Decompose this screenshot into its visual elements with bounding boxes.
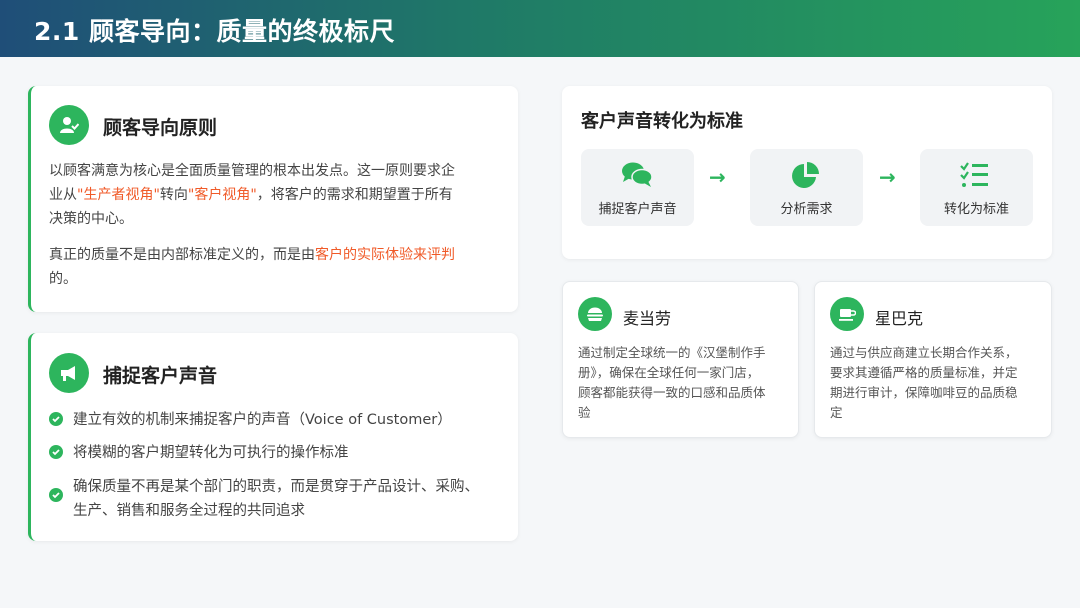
- pie-chart-icon: [792, 162, 819, 188]
- principle-card: 顾客导向原则 以顾客满意为核心是全面质量管理的根本出发点。这一原则要求企 业从"…: [28, 86, 518, 312]
- burger-icon: [578, 297, 612, 331]
- principle-paragraph-1: 以顾客满意为核心是全面质量管理的根本出发点。这一原则要求企 业从"生产者视角"转…: [49, 163, 455, 227]
- capture-item: 将模糊的客户期望转化为可执行的操作标准: [49, 442, 509, 464]
- page-title: 2.1 顾客导向：质量的终极标尺: [34, 17, 395, 46]
- megaphone-icon: [49, 353, 89, 393]
- user-check-icon: [49, 105, 89, 145]
- flow-arrow: →: [709, 165, 726, 189]
- capture-item: 建立有效的机制来捕捉客户的声音（Voice of Customer）: [49, 409, 509, 431]
- flow-arrow: →: [879, 165, 896, 189]
- case-card-starbucks: 星巴克 通过与供应商建立长期合作关系， 要求其遵循严格的质量标准，并定 期进行审…: [814, 281, 1052, 438]
- comments-icon: [622, 162, 653, 187]
- case-name: 星巴克: [875, 309, 924, 328]
- principle-title: 顾客导向原则: [103, 117, 218, 139]
- highlight-customer-experience: 客户的实际体验来评判: [315, 247, 455, 263]
- highlight-producer-view: "生产者视角": [77, 187, 160, 203]
- check-icon: [49, 488, 63, 502]
- coffee-icon: [830, 297, 864, 331]
- case-name: 麦当劳: [623, 309, 672, 328]
- capture-card: 捕捉客户声音 建立有效的机制来捕捉客户的声音（Voice of Customer…: [28, 333, 518, 541]
- flow-title: 客户声音转化为标准: [581, 111, 743, 132]
- principle-paragraph-2: 真正的质量不是由内部标准定义的，而是由客户的实际体验来评判 的。: [49, 247, 455, 287]
- flow-step-analyze: 分析需求: [750, 149, 863, 226]
- capture-item: 确保质量不再是某个部门的职责，而是贯穿于产品设计、采购、 生产、销售和服务全过程…: [49, 476, 509, 522]
- flow-card: 客户声音转化为标准 捕捉客户声音 → 分析需求 → 转化为标准: [562, 86, 1052, 259]
- check-icon: [49, 412, 63, 426]
- header-bar: 2.1 顾客导向：质量的终极标尺: [0, 0, 1080, 57]
- case-description: 通过制定全球统一的《汉堡制作手 册》，确保在全球任何一家门店， 顾客都能获得一致…: [578, 345, 766, 420]
- list-check-icon: [960, 162, 988, 187]
- case-description: 通过与供应商建立长期合作关系， 要求其遵循严格的质量标准，并定 期进行审计，保障…: [830, 345, 1018, 420]
- check-icon: [49, 445, 63, 459]
- capture-title: 捕捉客户声音: [103, 365, 218, 387]
- case-card-mcdonalds: 麦当劳 通过制定全球统一的《汉堡制作手 册》，确保在全球任何一家门店， 顾客都能…: [562, 281, 799, 438]
- flow-step-standardize: 转化为标准: [920, 149, 1033, 226]
- flow-step-capture: 捕捉客户声音: [581, 149, 694, 226]
- highlight-customer-view: "客户视角": [187, 187, 257, 203]
